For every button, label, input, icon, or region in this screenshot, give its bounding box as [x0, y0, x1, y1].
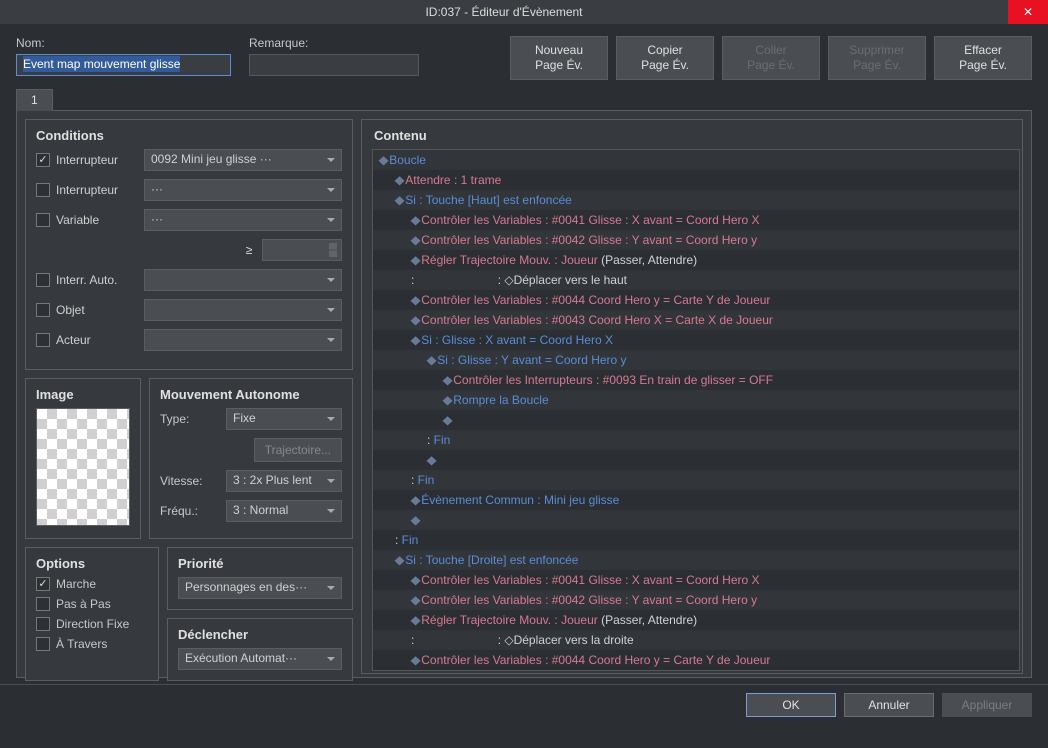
page-buttons-row: NouveauPage Év.CopierPage Év.CollerPage … — [510, 36, 1032, 80]
speed-label: Vitesse: — [160, 474, 218, 488]
command-line[interactable]: ◆Évènement Commun : Mini jeu glisse — [373, 490, 1019, 510]
trigger-group: Déclencher Exécution Automat··· — [167, 618, 353, 681]
command-line[interactable]: ◆Contrôler les Variables : #0042 Glisse … — [373, 230, 1019, 250]
command-line[interactable]: ◆Contrôler les Variables : #0043 Coord H… — [373, 310, 1019, 330]
image-title: Image — [36, 387, 130, 402]
command-line[interactable]: ◆Si : Glisse : Y avant = Coord Hero y — [373, 350, 1019, 370]
condition2-label-2: Acteur — [56, 333, 138, 347]
command-line[interactable]: ◆Attendre : 1 trame — [373, 170, 1019, 190]
command-line[interactable]: : Fin — [373, 530, 1019, 550]
command-line[interactable]: ◆Contrôler les Variables : #0041 Glisse … — [373, 210, 1019, 230]
condition-checkbox-1[interactable] — [36, 183, 50, 197]
movement-title: Mouvement Autonome — [160, 387, 342, 402]
footer: OK Annuler Appliquer — [0, 684, 1048, 724]
condition-checkbox-0[interactable] — [36, 153, 50, 167]
event-commands-list[interactable]: ◆Boucle◆Attendre : 1 trame◆Si : Touche [… — [372, 149, 1020, 671]
cancel-button[interactable]: Annuler — [844, 693, 934, 717]
condition2-select-0[interactable] — [144, 269, 342, 291]
condition2-label-0: Interr. Auto. — [56, 273, 138, 287]
condition2-checkbox-1[interactable] — [36, 303, 50, 317]
option-label-1: Pas à Pas — [56, 597, 111, 611]
event-image-picker[interactable] — [36, 408, 130, 526]
command-line[interactable]: ◆Rompre la Boucle — [373, 390, 1019, 410]
titlebar: ID:037 - Éditeur d'Évènement ✕ — [0, 0, 1048, 24]
command-line[interactable]: ◆Boucle — [373, 150, 1019, 170]
movement-type-select[interactable]: Fixe — [226, 408, 342, 430]
option-checkbox-0[interactable] — [36, 577, 50, 591]
option-label-2: Direction Fixe — [56, 617, 129, 631]
priority-select[interactable]: Personnages en des··· — [178, 577, 342, 599]
name-input[interactable]: Event map mouvement glisse — [16, 54, 231, 76]
geq-symbol: ≥ — [242, 243, 256, 257]
conditions-group: Conditions Interrupteur 0092 Mini jeu gli… — [25, 119, 353, 370]
options-group: Options Marche Pas à Pas Direction Fixe À T… — [25, 547, 159, 681]
trigger-select[interactable]: Exécution Automat··· — [178, 648, 342, 670]
condition2-label-1: Objet — [56, 303, 138, 317]
page-button-1[interactable]: CopierPage Év. — [616, 36, 714, 80]
condition-select-0[interactable]: 0092 Mini jeu glisse ··· — [144, 149, 342, 171]
priority-group: Priorité Personnages en des··· — [167, 547, 353, 610]
priority-title: Priorité — [178, 556, 342, 571]
option-checkbox-2[interactable] — [36, 617, 50, 631]
note-label: Remarque: — [249, 36, 419, 50]
command-line[interactable]: ◆ — [373, 410, 1019, 430]
command-line[interactable]: : Fin — [373, 430, 1019, 450]
option-checkbox-3[interactable] — [36, 637, 50, 651]
header: Nom: Event map mouvement glisse Remarque… — [0, 24, 1048, 84]
command-line[interactable]: : Fin — [373, 470, 1019, 490]
content-group: Contenu ◆Boucle◆Attendre : 1 trame◆Si : … — [361, 119, 1023, 674]
condition-select-1[interactable]: ··· — [144, 179, 342, 201]
command-line[interactable]: ◆Contrôler les Variables : #0044 Coord H… — [373, 290, 1019, 310]
condition-checkbox-2[interactable] — [36, 213, 50, 227]
variable-value-spinner[interactable] — [262, 239, 342, 261]
page-tab-1[interactable]: 1 — [16, 89, 53, 111]
apply-button[interactable]: Appliquer — [942, 693, 1032, 717]
command-line[interactable]: ◆ — [373, 510, 1019, 530]
condition2-select-2[interactable] — [144, 329, 342, 351]
name-label: Nom: — [16, 36, 231, 50]
command-line[interactable]: ◆Si : Touche [Haut] est enfoncée — [373, 190, 1019, 210]
command-line[interactable]: ◆Régler Trajectoire Mouv. : Joueur (Pass… — [373, 250, 1019, 270]
close-icon: ✕ — [1023, 5, 1033, 19]
image-group: Image — [25, 378, 141, 539]
command-line[interactable]: ◆Régler Trajectoire Mouv. : Joueur (Pass… — [373, 610, 1019, 630]
command-line[interactable]: ◆ — [373, 450, 1019, 470]
command-line[interactable]: ◆Contrôler les Variables : #0044 Coord H… — [373, 650, 1019, 670]
autonomous-movement-group: Mouvement Autonome Type: Fixe Trajectoir… — [149, 378, 353, 539]
condition2-checkbox-2[interactable] — [36, 333, 50, 347]
condition-label-1: Interrupteur — [56, 183, 138, 197]
content-title: Contenu — [374, 128, 1020, 143]
page-button-3: SupprimerPage Év. — [828, 36, 926, 80]
trajectory-button[interactable]: Trajectoire... — [254, 438, 342, 462]
options-title: Options — [36, 556, 148, 571]
type-label: Type: — [160, 412, 218, 426]
command-line[interactable]: ◆Contrôler les Interrupteurs : #0093 En … — [373, 370, 1019, 390]
condition2-select-1[interactable] — [144, 299, 342, 321]
condition-select-2[interactable]: ··· — [144, 209, 342, 231]
freq-label: Fréqu.: — [160, 504, 218, 518]
option-label-3: À Travers — [56, 637, 107, 651]
command-line[interactable]: ◆Si : Glisse : X avant = Coord Hero X — [373, 330, 1019, 350]
condition-label-0: Interrupteur — [56, 153, 138, 167]
command-line[interactable]: ◆Contrôler les Variables : #0041 Glisse … — [373, 570, 1019, 590]
option-checkbox-1[interactable] — [36, 597, 50, 611]
command-line[interactable]: : : ◇Déplacer vers la droite — [373, 630, 1019, 650]
note-input[interactable] — [249, 54, 419, 76]
movement-speed-select[interactable]: 3 : 2x Plus lent — [226, 470, 342, 492]
ok-button[interactable]: OK — [746, 693, 836, 717]
movement-freq-select[interactable]: 3 : Normal — [226, 500, 342, 522]
conditions-title: Conditions — [36, 128, 342, 143]
trigger-title: Déclencher — [178, 627, 342, 642]
close-button[interactable]: ✕ — [1008, 0, 1048, 24]
page-button-4[interactable]: EffacerPage Év. — [934, 36, 1032, 80]
condition2-checkbox-0[interactable] — [36, 273, 50, 287]
window-title: ID:037 - Éditeur d'Évènement — [0, 5, 1008, 19]
page-button-2: CollerPage Év. — [722, 36, 820, 80]
page-button-0[interactable]: NouveauPage Év. — [510, 36, 608, 80]
command-line[interactable]: ◆Contrôler les Variables : #0042 Glisse … — [373, 590, 1019, 610]
command-line[interactable]: : : ◇Déplacer vers le haut — [373, 270, 1019, 290]
condition-label-2: Variable — [56, 213, 138, 227]
option-label-0: Marche — [56, 577, 96, 591]
command-line[interactable]: ◆Si : Touche [Droite] est enfoncée — [373, 550, 1019, 570]
